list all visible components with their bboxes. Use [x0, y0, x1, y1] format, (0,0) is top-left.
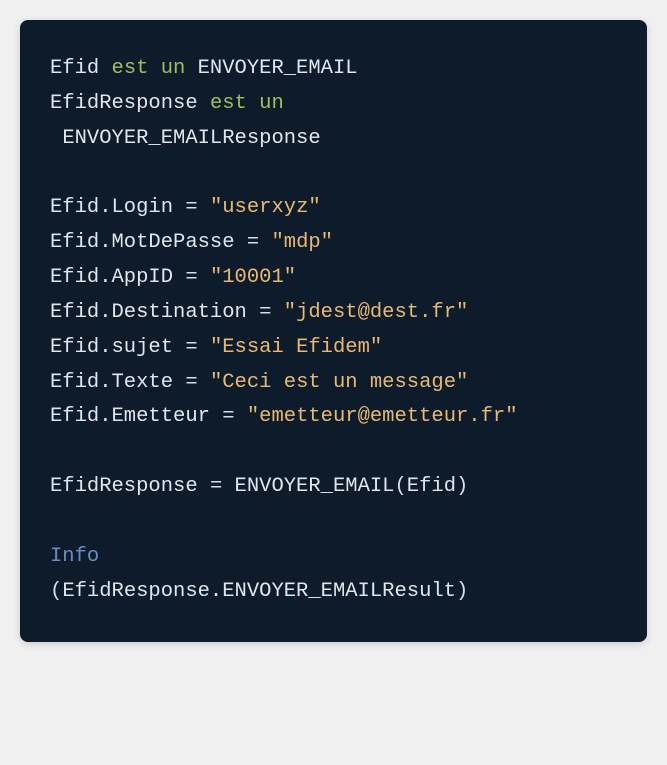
code-token: =: [210, 475, 222, 498]
code-token: =: [185, 196, 197, 219]
code-token: EfidResponse: [50, 475, 210, 498]
code-token: Info: [50, 545, 99, 568]
code-token: ENVOYER_EMAIL: [185, 57, 357, 80]
code-line: (EfidResponse.ENVOYER_EMAILResult): [50, 575, 617, 610]
code-token: =: [247, 231, 259, 254]
code-token: EfidResponse.ENVOYER_EMAILResult: [62, 580, 456, 603]
code-line: Efid.sujet = "Essai Efidem": [50, 331, 617, 366]
code-token: (: [394, 475, 406, 498]
code-token: [198, 196, 210, 219]
code-token: Efid.Login: [50, 196, 185, 219]
code-token: [50, 162, 62, 185]
code-token: =: [222, 405, 234, 428]
code-token: [198, 336, 210, 359]
code-token: "jdest@dest.fr": [284, 301, 469, 324]
code-line: [50, 505, 617, 540]
code-token: "userxyz": [210, 196, 321, 219]
code-block: Efid est un ENVOYER_EMAILEfidResponse es…: [20, 20, 647, 642]
code-token: "10001": [210, 266, 296, 289]
code-line: Efid.Emetteur = "emetteur@emetteur.fr": [50, 400, 617, 435]
code-token: =: [185, 336, 197, 359]
code-token: [259, 231, 271, 254]
code-line: [50, 157, 617, 192]
code-token: "mdp": [271, 231, 333, 254]
code-line: ENVOYER_EMAILResponse: [50, 122, 617, 157]
code-token: Efid.sujet: [50, 336, 185, 359]
code-token: [50, 440, 62, 463]
code-line: EfidResponse = ENVOYER_EMAIL(Efid): [50, 470, 617, 505]
code-token: [235, 405, 247, 428]
code-line: Efid.AppID = "10001": [50, 261, 617, 296]
code-token: "emetteur@emetteur.fr": [247, 405, 518, 428]
code-token: ENVOYER_EMAIL: [222, 475, 394, 498]
code-token: Efid: [50, 57, 112, 80]
code-token: =: [259, 301, 271, 324]
code-token: est un: [210, 92, 284, 115]
code-token: ): [456, 580, 468, 603]
code-line: Efid.Login = "userxyz": [50, 191, 617, 226]
code-token: [198, 371, 210, 394]
code-token: (: [50, 580, 62, 603]
code-line: Efid.Texte = "Ceci est un message": [50, 366, 617, 401]
code-token: Efid.Texte: [50, 371, 185, 394]
code-token: est un: [112, 57, 186, 80]
code-token: [198, 266, 210, 289]
code-token: Efid.Destination: [50, 301, 259, 324]
code-line: [50, 435, 617, 470]
code-line: Efid.MotDePasse = "mdp": [50, 226, 617, 261]
code-token: ENVOYER_EMAILResponse: [50, 127, 321, 150]
code-token: [271, 301, 283, 324]
code-token: Efid.AppID: [50, 266, 185, 289]
code-token: Efid: [407, 475, 456, 498]
code-token: =: [185, 266, 197, 289]
code-token: Efid.MotDePasse: [50, 231, 247, 254]
code-token: "Essai Efidem": [210, 336, 382, 359]
code-line: EfidResponse est un: [50, 87, 617, 122]
code-line: Info: [50, 540, 617, 575]
code-token: [50, 510, 62, 533]
code-token: =: [185, 371, 197, 394]
code-token: EfidResponse: [50, 92, 210, 115]
code-token: "Ceci est un message": [210, 371, 468, 394]
code-token: ): [456, 475, 468, 498]
code-line: Efid est un ENVOYER_EMAIL: [50, 52, 617, 87]
code-token: Efid.Emetteur: [50, 405, 222, 428]
code-line: Efid.Destination = "jdest@dest.fr": [50, 296, 617, 331]
